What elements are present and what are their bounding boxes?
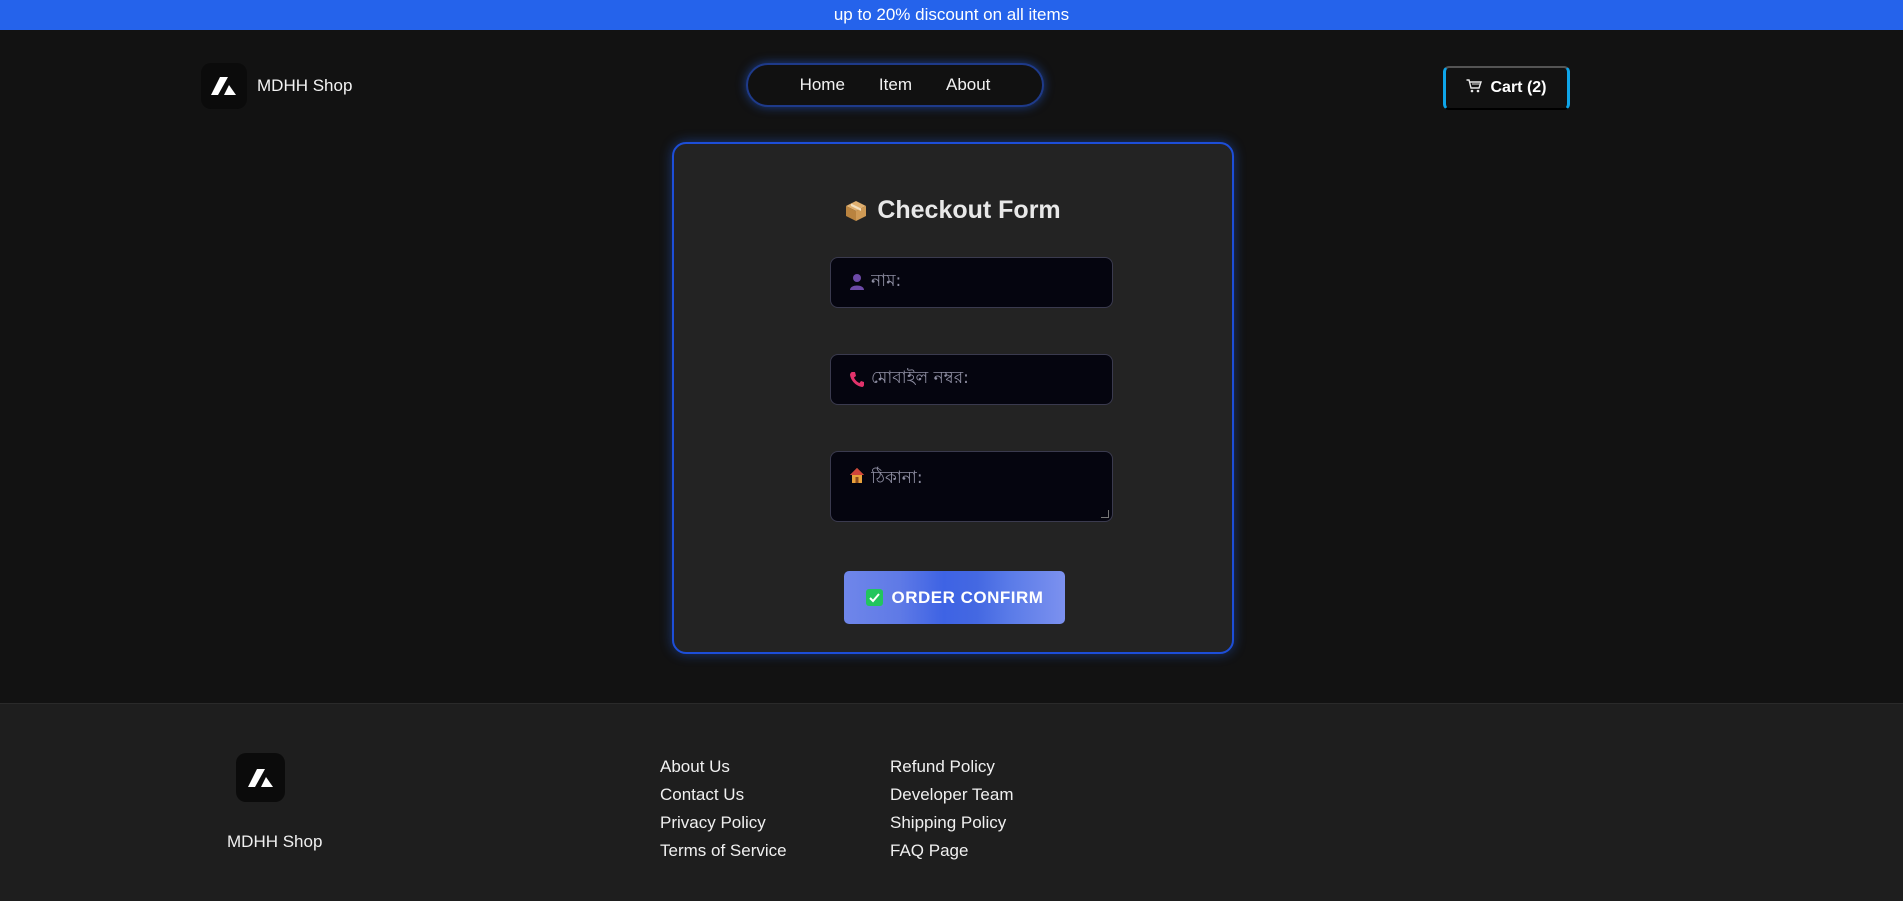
- checkout-title-text: Checkout Form: [877, 196, 1061, 224]
- footer-links-company: About Us Contact Us Privacy Policy Terms…: [660, 753, 787, 865]
- name-input[interactable]: [871, 271, 1094, 291]
- checkout-card: Checkout Form নাম: মোবাইল নম্বর: ঠিকানা:…: [672, 142, 1234, 654]
- address-field[interactable]: [830, 451, 1113, 522]
- footer-brand-name: MDHH Shop: [227, 832, 323, 851]
- brand-name: MDHH Shop: [257, 76, 353, 95]
- footer-link-about-us[interactable]: About Us: [660, 753, 787, 781]
- promo-banner: up to 20% discount on all items: [0, 0, 1903, 30]
- footer-link-faq-page[interactable]: FAQ Page: [890, 837, 1013, 865]
- checkout-title: Checkout Form: [674, 196, 1232, 225]
- house-icon: [849, 467, 865, 485]
- footer-link-privacy-policy[interactable]: Privacy Policy: [660, 809, 787, 837]
- cart-label: Cart (2): [1490, 79, 1547, 96]
- nav-about[interactable]: About: [946, 75, 990, 95]
- check-icon: [865, 589, 883, 606]
- order-confirm-button[interactable]: ORDER CONFIRM: [844, 571, 1065, 624]
- site-header: MDHH Shop Home Item About Cart (2): [0, 30, 1903, 140]
- phone-icon: [849, 370, 865, 388]
- cart-icon: [1466, 79, 1483, 97]
- logo-icon: [201, 63, 247, 109]
- main-nav: Home Item About: [746, 63, 1044, 107]
- nav-home[interactable]: Home: [800, 75, 845, 95]
- footer-link-terms-of-service[interactable]: Terms of Service: [660, 837, 787, 865]
- nav-item[interactable]: Item: [879, 75, 912, 95]
- footer-link-shipping-policy[interactable]: Shipping Policy: [890, 809, 1013, 837]
- footer-link-developer-team[interactable]: Developer Team: [890, 781, 1013, 809]
- footer-link-refund-policy[interactable]: Refund Policy: [890, 753, 1013, 781]
- brand[interactable]: MDHH Shop: [201, 63, 352, 109]
- resize-handle[interactable]: [1101, 510, 1109, 518]
- cart-button[interactable]: Cart (2): [1443, 66, 1570, 110]
- name-field[interactable]: [830, 257, 1113, 308]
- footer-link-contact-us[interactable]: Contact Us: [660, 781, 787, 809]
- footer-logo-icon[interactable]: [236, 753, 285, 802]
- promo-text: up to 20% discount on all items: [833, 5, 1070, 24]
- user-icon: [849, 273, 865, 291]
- site-footer: MDHH Shop About Us Contact Us Privacy Po…: [0, 703, 1903, 901]
- order-confirm-label: ORDER CONFIRM: [891, 587, 1044, 607]
- footer-links-policies: Refund Policy Developer Team Shipping Po…: [890, 753, 1013, 865]
- address-input[interactable]: [871, 465, 1094, 505]
- package-icon: [845, 200, 867, 222]
- phone-field[interactable]: [830, 354, 1113, 405]
- phone-input[interactable]: [871, 368, 1094, 388]
